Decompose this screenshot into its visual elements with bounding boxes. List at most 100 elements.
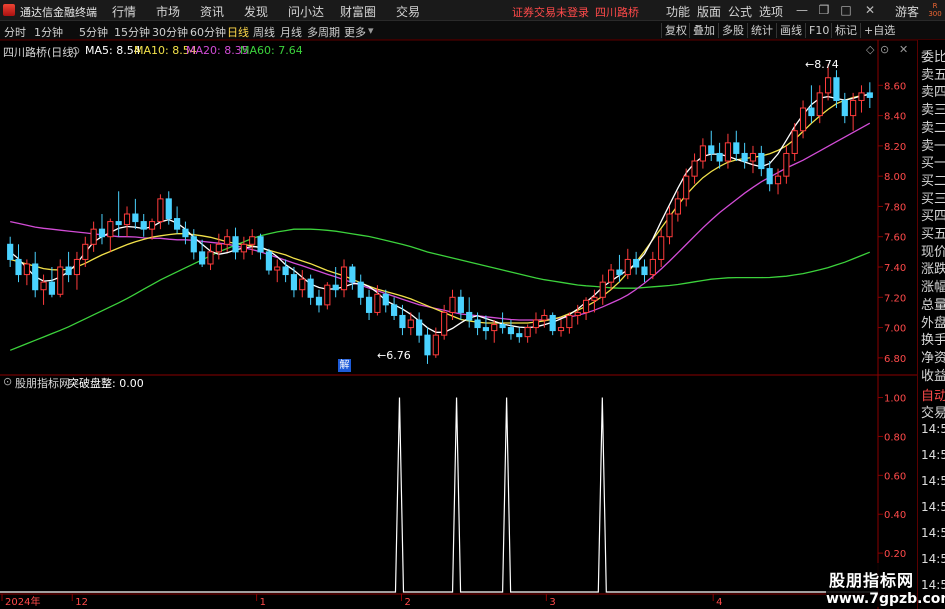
low-price-label: ←6.76	[377, 349, 411, 362]
login-notice[interactable]: 证券交易未登录 四川路桥	[512, 4, 645, 20]
y-tick-label: 8.60	[884, 81, 906, 92]
candle-body	[224, 236, 231, 245]
candle-body	[432, 334, 439, 356]
candle-body	[365, 296, 373, 313]
tool-adjust[interactable]: 复权	[661, 23, 690, 38]
period-15min[interactable]: 15分钟	[114, 24, 150, 40]
close-icon[interactable]: ✕	[860, 1, 880, 20]
y-tick-label: 8.00	[884, 172, 906, 183]
candle-body	[90, 228, 97, 245]
candle-body	[15, 258, 22, 276]
menu-layout[interactable]: 版面	[697, 3, 721, 20]
candle-body	[866, 92, 873, 98]
watermark-name: 股朋指标网	[828, 571, 914, 590]
menu-wealth[interactable]: 财富圈	[340, 3, 376, 20]
maximize-icon[interactable]: □	[836, 1, 856, 20]
candle-body	[624, 258, 631, 276]
period-multi[interactable]: 多周期	[307, 24, 340, 40]
period-30min[interactable]: 30分钟	[152, 24, 188, 40]
stock-title: 四川路桥(日线)	[3, 44, 78, 60]
menu-discover[interactable]: 发现	[244, 3, 268, 20]
restore-icon[interactable]: ❐	[814, 1, 834, 20]
candle-body	[115, 221, 122, 226]
y-tick-label: 7.40	[884, 263, 906, 274]
period-intraday[interactable]: 分时	[4, 24, 26, 40]
candle-body	[416, 319, 423, 336]
candle-body	[491, 324, 498, 332]
side-item-3: 卖三	[921, 103, 945, 119]
period-5min[interactable]: 5分钟	[79, 24, 108, 40]
candle-body	[207, 251, 214, 265]
tool-draw[interactable]: 画线	[776, 23, 805, 38]
candle-body	[315, 296, 323, 306]
candle-body	[324, 284, 331, 306]
candle-body	[157, 198, 164, 223]
tool-stats[interactable]: 统计	[747, 23, 776, 38]
menu-function[interactable]: 功能	[666, 3, 690, 20]
menu-news[interactable]: 资讯	[200, 3, 224, 20]
panel-close-icon[interactable]: ✕	[899, 43, 908, 56]
candle-body	[340, 266, 348, 291]
panel-options-icon[interactable]: ⊙	[880, 43, 889, 56]
candle-body	[708, 145, 715, 154]
candle-body	[282, 266, 289, 276]
tool-watchlist[interactable]: +自选	[860, 23, 898, 38]
candle-body	[641, 266, 648, 276]
menu-xiaoda[interactable]: 问小达	[288, 3, 324, 20]
period-60min[interactable]: 60分钟	[190, 24, 226, 40]
candle-body	[774, 175, 782, 185]
site-watermark: 股朋指标网 www.7gpzb.com	[826, 563, 945, 607]
side-item-11: 现价	[921, 244, 945, 260]
period-more[interactable]: 更多	[344, 24, 366, 40]
candle-body	[123, 213, 131, 226]
menu-formula[interactable]: 公式	[728, 3, 752, 20]
side-item-4: 卖二	[921, 120, 945, 136]
more-chevron-icon[interactable]: ▾	[368, 24, 374, 37]
menu-quotes[interactable]: 行情	[112, 3, 136, 20]
guest-user[interactable]: 游客	[895, 3, 919, 20]
menu-trade[interactable]: 交易	[396, 3, 420, 20]
unlock-marker[interactable]: 解	[338, 359, 351, 372]
side-item-7: 买二	[921, 173, 945, 189]
candle-body	[107, 221, 114, 238]
menu-options[interactable]: 选项	[759, 3, 783, 20]
ma5-label: MA5: 8.54	[85, 44, 141, 57]
y-tick-label: 6.80	[884, 354, 906, 365]
tool-multi[interactable]: 多股	[718, 23, 747, 38]
trade-label[interactable]: 交易	[921, 402, 945, 421]
tool-f10[interactable]: F10	[805, 23, 832, 38]
minimize-icon[interactable]: —	[792, 1, 812, 20]
settings-circle-icon[interactable]: ⊙	[71, 44, 80, 57]
tool-overlay[interactable]: 叠加	[689, 23, 718, 38]
x-tick-label: 1	[260, 597, 266, 608]
trade-time-0: 14:56	[921, 422, 945, 436]
candle-body	[457, 296, 464, 313]
period-1min[interactable]: 1分钟	[34, 24, 63, 40]
period-weekly[interactable]: 周线	[253, 24, 275, 40]
candle-body	[799, 107, 807, 132]
diamond-icon[interactable]: ◇	[866, 43, 874, 56]
menu-market[interactable]: 市场	[156, 3, 180, 20]
period-daily[interactable]: 日线	[227, 24, 249, 40]
candle-body	[749, 152, 757, 162]
kline-chart[interactable]: 8.60 8.40 8.20 8.00 7.80 7.60 7.40 7.20 7.00 6.80…	[0, 40, 917, 609]
x-tick-label: 2024年	[5, 595, 40, 608]
candle-body	[174, 218, 181, 230]
candle-body	[616, 269, 623, 276]
candle-body	[274, 266, 281, 271]
candle-body	[608, 269, 615, 283]
trade-time-5: 14:56	[921, 552, 945, 566]
login-status: 证券交易未登录	[512, 6, 589, 19]
candle-body	[232, 236, 239, 253]
candle-body	[541, 314, 548, 321]
tool-mark[interactable]: 标记	[831, 23, 860, 38]
side-item-6: 买一	[921, 156, 945, 172]
candle-body	[566, 314, 573, 329]
indicator-circle-icon[interactable]: ⊙	[3, 375, 12, 388]
candle-body	[633, 258, 640, 268]
side-item-5: 卖一	[921, 138, 945, 154]
breakout-signal-line	[0, 397, 878, 593]
period-monthly[interactable]: 月线	[280, 24, 302, 40]
candle-body	[148, 221, 156, 230]
candle-body	[850, 99, 857, 117]
